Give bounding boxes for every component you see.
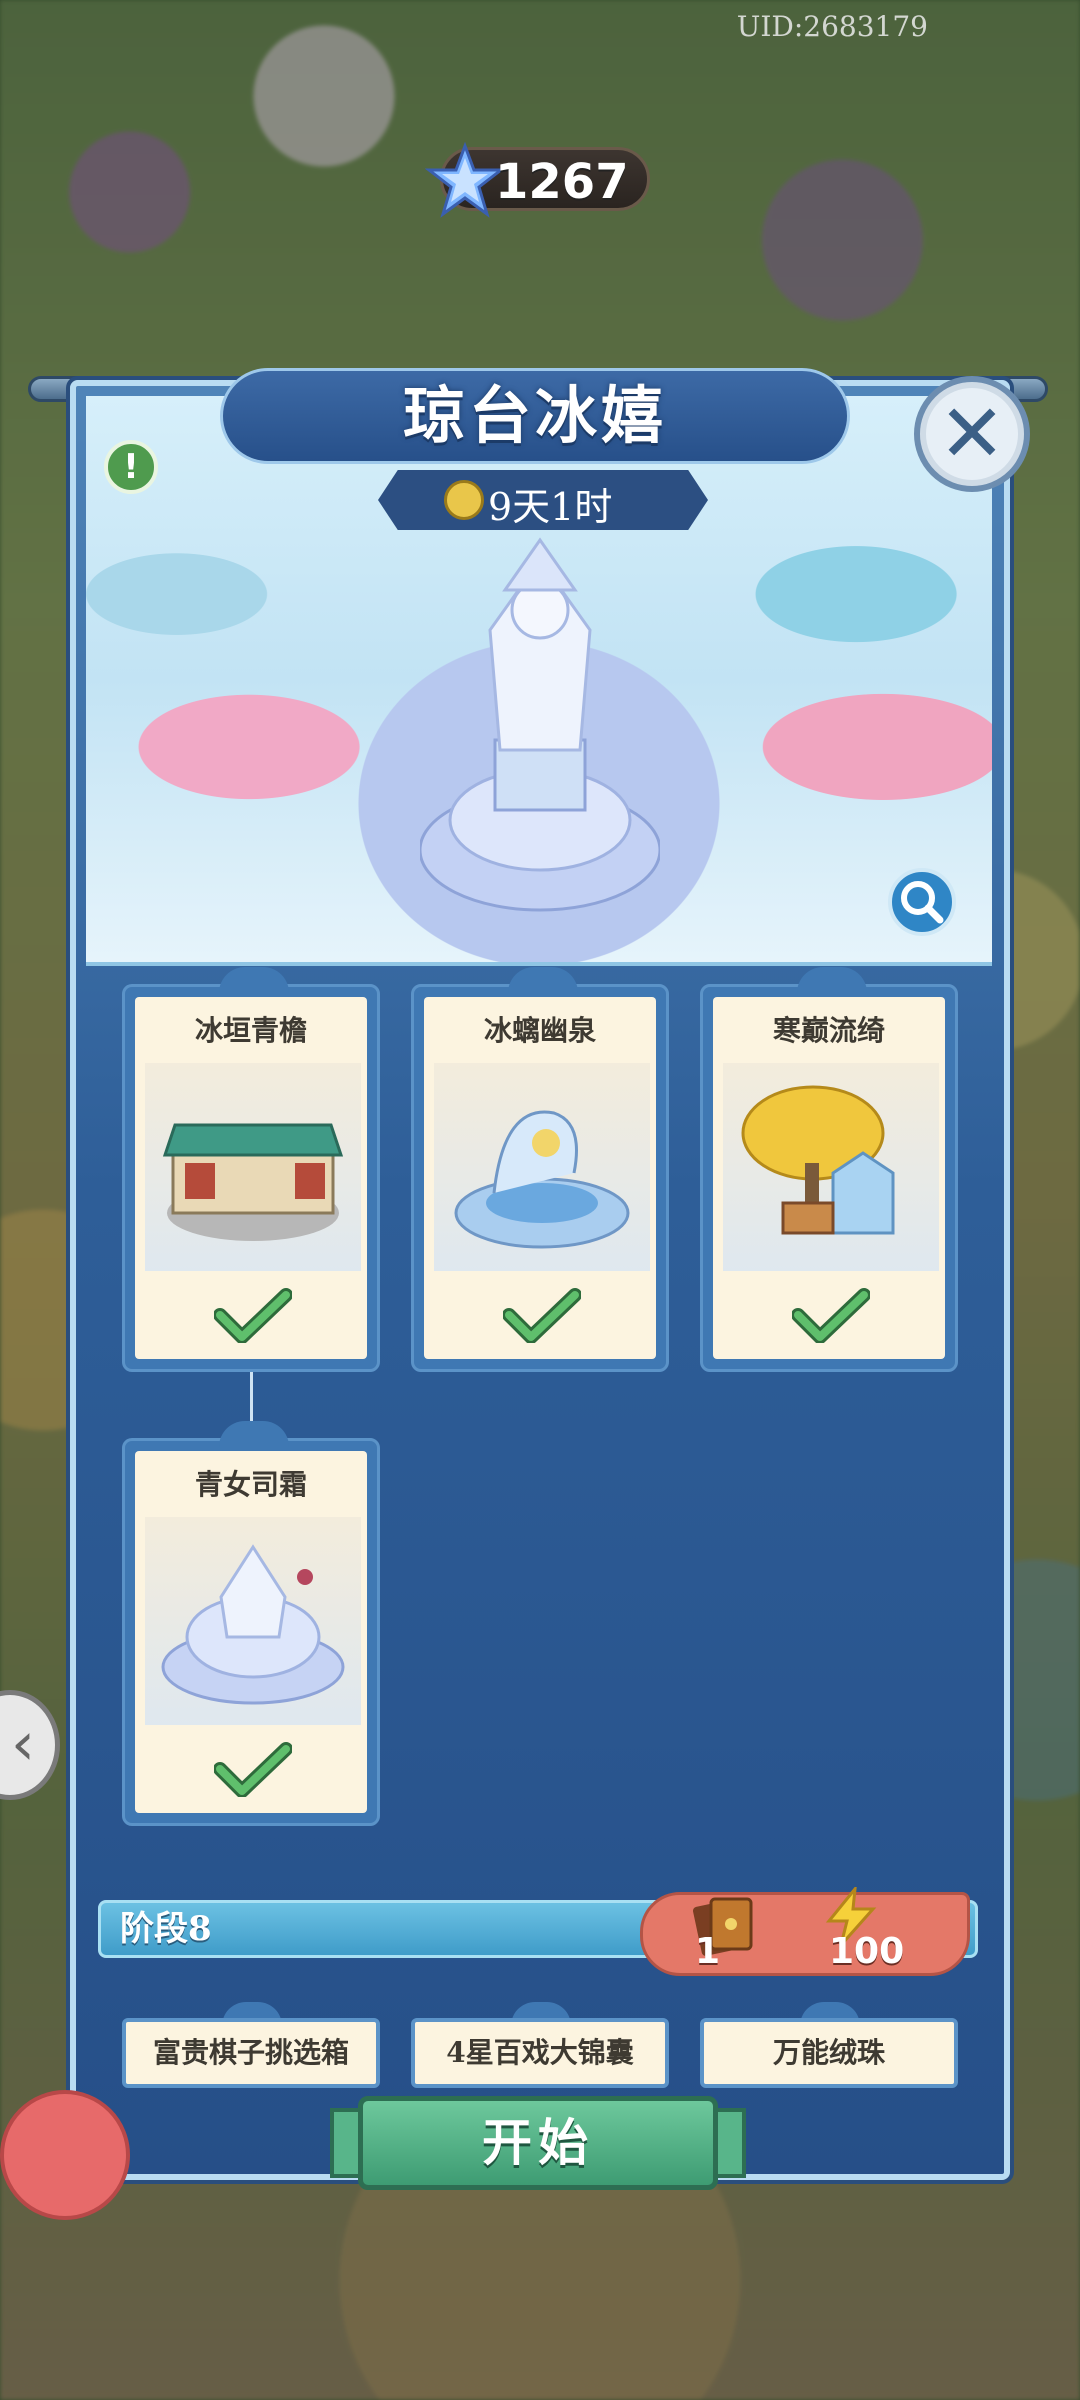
card-inner: 冰垣青檐 <box>135 997 367 1359</box>
start-button[interactable]: 开始 <box>358 2096 718 2190</box>
mascot-avatar[interactable] <box>0 2090 130 2220</box>
zoom-button[interactable] <box>888 868 956 936</box>
event-title: 琼台冰嬉 <box>402 379 667 452</box>
timer-text: 9天1时 <box>488 485 613 529</box>
chevron-left-icon: ‹ <box>11 1709 35 1779</box>
currency-amount: 1267 <box>495 154 629 210</box>
reward-item-3[interactable]: 万能绒珠 <box>700 2018 958 2088</box>
card-inner: 寒巅流绮 <box>713 997 945 1359</box>
card-title: 冰垣青檐 <box>194 1014 307 1047</box>
card-title: 寒巅流绮 <box>772 1014 885 1047</box>
blue-star-icon <box>425 142 505 218</box>
card-title: 青女司霜 <box>194 1468 307 1501</box>
card-inner: 冰螭幽泉 <box>424 997 656 1359</box>
building-image <box>145 1063 361 1271</box>
completed-check-icon <box>792 1288 870 1343</box>
ice-statue-illustration <box>420 537 660 912</box>
building-card-2[interactable]: 冰螭幽泉 <box>411 967 669 1372</box>
completed-check-icon <box>214 1288 292 1343</box>
magnifier-icon <box>901 881 944 924</box>
building-card-3[interactable]: 寒巅流绮 <box>700 967 958 1372</box>
timer-clock-icon <box>444 480 484 520</box>
building-image <box>723 1063 939 1271</box>
building-card-4[interactable]: 青女司霜 <box>122 1421 380 1826</box>
building-card-1[interactable]: 冰垣青檐 <box>122 967 380 1372</box>
card-connector <box>250 1372 253 1422</box>
completed-check-icon <box>503 1288 581 1343</box>
close-icon: ✕ <box>938 387 1006 480</box>
building-image <box>434 1063 650 1271</box>
reward-item-1[interactable]: 富贵棋子挑选箱 <box>122 2018 380 2088</box>
currency-counter[interactable]: 1267 <box>425 142 650 218</box>
user-id: UID:2683179 <box>736 10 928 43</box>
reward-item-2[interactable]: 4星百戏大锦囊 <box>411 2018 669 2088</box>
event-timer: 9天1时 <box>378 470 708 530</box>
stage-cost: 1 100 <box>640 1887 970 1976</box>
close-button[interactable]: ✕ <box>914 376 1030 492</box>
building-image <box>145 1517 361 1725</box>
info-button[interactable]: ! <box>104 440 158 494</box>
card-title: 冰螭幽泉 <box>483 1014 596 1047</box>
completed-check-icon <box>214 1742 292 1797</box>
cost-amount-energy: 100 <box>829 1931 905 1972</box>
cost-amount-tickets: 1 <box>695 1931 721 1972</box>
card-inner: 青女司霜 <box>135 1451 367 1813</box>
stage-label: 阶段8 <box>120 1909 212 1949</box>
